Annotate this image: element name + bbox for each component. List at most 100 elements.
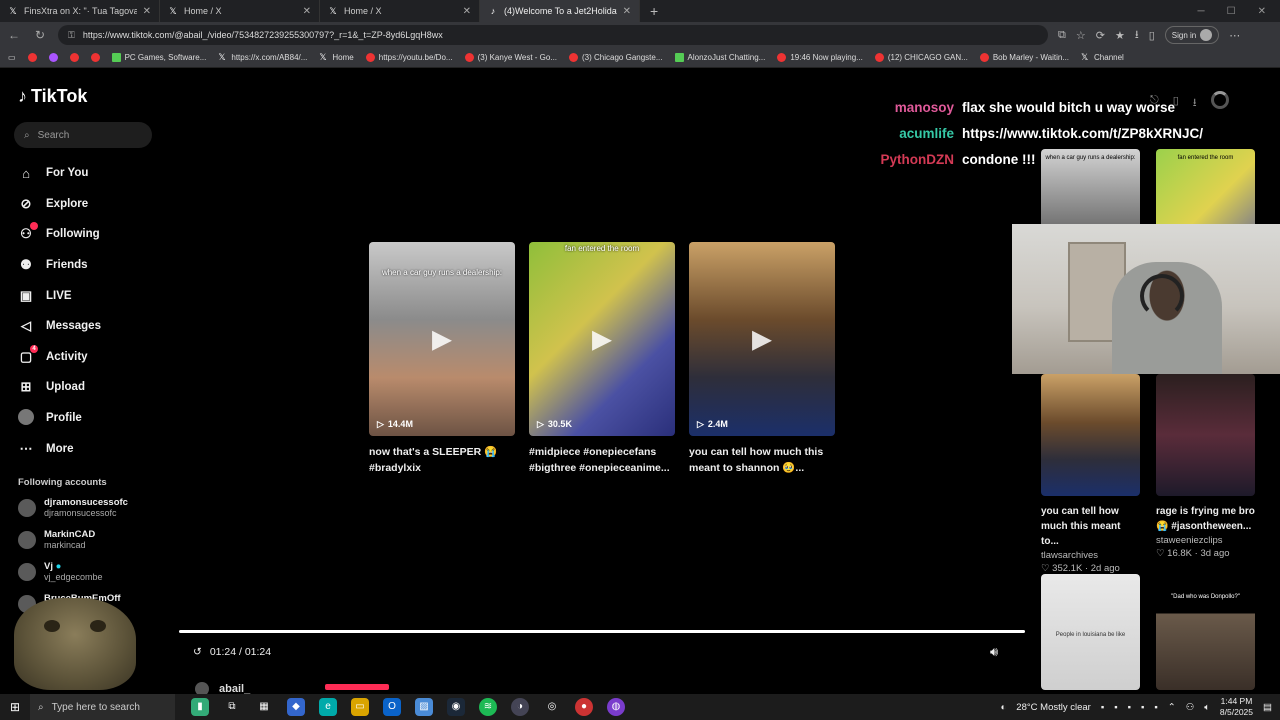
video-card[interactable]: fan entered the room ▶ ▷ 30.5K #midpiece … [529,242,675,476]
following-account-item[interactable]: djramonsucessofc djramonsucessofc [18,497,158,519]
sidebar-item-friends[interactable]: ⚉ Friends [18,250,101,281]
taskbar-search-input[interactable]: ⌕ Type here to search [30,694,175,720]
new-tab-button[interactable]: + [640,3,668,19]
network-icon[interactable]: ⚇ [1186,702,1195,713]
tiktok-logo[interactable]: ♪ TikTok [18,86,87,107]
sidebar-item-for-you[interactable]: ⌂ For You [18,158,101,189]
video-description[interactable]: rage is frying me bro 😭 #jasontheween... [1156,504,1255,534]
bookmark-twitch[interactable] [48,53,58,62]
video-description[interactable]: you can tell how much this meant to shan… [689,444,835,476]
bookmark-item[interactable]: (12) CHICAGO GAN... [874,53,968,62]
browser-tab-3[interactable]: 𝕏 Home / X ✕ [320,0,480,22]
video-thumbnail[interactable]: when a car guy runs a dealership: ▶ ▷ 14.… [369,242,515,436]
related-video-card[interactable]: rage is frying me bro 😭 #jasontheween...… [1156,374,1255,559]
site-info-icon[interactable]: ⚿ [68,30,75,41]
video-thumbnail[interactable]: ▶ ▷ 2.4M [689,242,835,436]
close-tab-icon[interactable]: ✕ [303,6,311,17]
outlook-icon[interactable]: O [383,698,401,716]
video-description[interactable]: #midpiece #onepiecefans #bigthree #onepi… [529,444,675,476]
follow-button[interactable] [325,684,389,690]
bookmark-item[interactable]: PC Games, Software... [111,53,206,62]
bookmark-apps[interactable]: ▭ [8,53,16,62]
tray-app-icon[interactable]: ▪ [1154,702,1157,713]
obs-icon[interactable]: ● [575,698,593,716]
related-video-card[interactable]: "Dad who was Donpollo?" [1156,574,1255,690]
sidebar-item-messages[interactable]: ◁ Messages [18,311,101,342]
bookmark-item[interactable]: (3) Chicago Gangste... [569,53,663,62]
weather-text[interactable]: 28°C Mostly clear [1016,702,1091,713]
following-account-item[interactable]: Vj ● vj_edgecombe [18,561,158,583]
store-icon[interactable]: ▦ [255,698,273,716]
extensions-icon[interactable]: ⧉ [1058,29,1066,42]
bookmark-item[interactable]: 𝕏 Home [319,53,353,63]
video-thumbnail[interactable]: "Dad who was Donpollo?" [1156,574,1255,690]
video-progress-bar[interactable] [179,630,1025,633]
following-account-item[interactable]: MarkinCAD markincad [18,529,158,551]
sidebar-item-upload[interactable]: ⊞ Upload [18,372,101,403]
browser-tab-1[interactable]: 𝕏FinsXtra on X: "· Tua Tagovailoa✕ [0,0,160,22]
bookmark-item[interactable]: 𝕏 Channel [1081,53,1124,63]
reload-icon[interactable]: ↻ [32,28,48,42]
windows-start-icon[interactable]: ⊞ [0,700,30,714]
bookmark-youtube[interactable] [27,53,37,62]
sidebar-item-following[interactable]: ⚇ Following [18,219,101,250]
sidebar-item-activity[interactable]: ▢ 4 Activity [18,342,101,373]
replay-icon[interactable]: ↺ [193,646,202,658]
video-account[interactable]: tlawsarchives [1041,550,1140,561]
video-thumbnail[interactable] [1156,374,1255,496]
video-card[interactable]: ▶ ▷ 2.4M you can tell how much this meant… [689,242,835,476]
split-screen-icon[interactable]: ▯ [1149,29,1155,42]
sidebar-item-more[interactable]: ⋯ More [18,433,101,464]
file-explorer-icon[interactable]: ▭ [351,698,369,716]
minimize-icon[interactable]: ─ [1198,6,1205,17]
bookmark-item[interactable]: https://youtu.be/Do... [365,53,453,62]
browser-tab-2[interactable]: 𝕏 Home / X ✕ [160,0,320,22]
video-thumbnail[interactable] [1041,374,1140,496]
spotify-icon[interactable]: ≋ [479,698,497,716]
edge-icon[interactable]: e [319,698,337,716]
related-video-card[interactable]: you can tell how much this meant to... t… [1041,374,1140,574]
tray-chevron-icon[interactable]: ⌃ [1168,702,1176,713]
video-description[interactable]: now that's a SLEEPER 😭 #bradylxix [369,444,515,476]
copilot-icon[interactable]: ◆ [287,698,305,716]
bookmark-youtube[interactable] [90,53,100,62]
task-view-icon[interactable]: ⧉ [223,698,241,716]
widget-icon[interactable]: ▮ [191,698,209,716]
bookmark-item[interactable]: 19:46 Now playing... [777,53,863,62]
collections-icon[interactable]: ★ [1115,29,1125,42]
speaker-icon[interactable]: 🔈︎ [1204,702,1210,713]
video-card[interactable]: when a car guy runs a dealership: ▶ ▷ 14.… [369,242,515,476]
volume-icon[interactable]: 🔊︎ [990,644,998,660]
browser-menu-icon[interactable]: ⋯ [1229,29,1240,42]
close-tab-icon[interactable]: ✕ [143,6,151,17]
video-thumbnail[interactable]: People in louisiana be like [1041,574,1140,690]
bookmark-item[interactable]: AlonzoJust Chatting... [674,53,765,62]
download-icon[interactable]: ⭳ [1135,26,1139,45]
maximize-icon[interactable]: ☐ [1227,6,1236,17]
notification-icon[interactable]: ▤ [1263,702,1272,713]
sidebar-item-explore[interactable]: ⊘ Explore [18,189,101,220]
sidebar-item-profile[interactable]: Profile [18,403,101,434]
steam-icon[interactable]: ◉ [447,698,465,716]
tray-app-icon[interactable]: ▪ [1101,702,1104,713]
favorite-star-icon[interactable]: ☆ [1076,29,1086,42]
chrome-icon[interactable]: ◍ [607,698,625,716]
url-field[interactable]: ⚿ https://www.tiktok.com/@abail_/video/7… [58,25,1048,45]
video-thumbnail[interactable]: fan entered the room ▶ ▷ 30.5K [529,242,675,436]
search-input[interactable]: ⌕ Search [14,122,152,148]
tray-app-icon[interactable]: ▪ [1141,702,1144,713]
close-tab-icon[interactable]: ✕ [623,6,631,17]
app-icon[interactable]: ◑ [511,698,529,716]
bookmark-item[interactable]: (3) Kanye West - Go... [464,53,557,62]
close-window-icon[interactable]: ✕ [1258,6,1266,17]
browser-tab-4[interactable]: ♪(4)Welcome To a Jet2Holiday In M✕ [480,0,640,22]
sign-in-button[interactable]: Sign in [1164,26,1220,44]
taskbar-clock[interactable]: 1:44 PM 8/5/2025 [1220,696,1253,718]
close-tab-icon[interactable]: ✕ [463,6,471,17]
video-description[interactable]: you can tell how much this meant to... [1041,504,1140,549]
app-icon[interactable]: ◎ [543,698,561,716]
refresh-extension-icon[interactable]: ⟳ [1096,29,1105,42]
tray-app-icon[interactable]: ▪ [1114,702,1117,713]
tray-app-icon[interactable]: ▪ [1128,702,1131,713]
photos-icon[interactable]: ▨ [415,698,433,716]
